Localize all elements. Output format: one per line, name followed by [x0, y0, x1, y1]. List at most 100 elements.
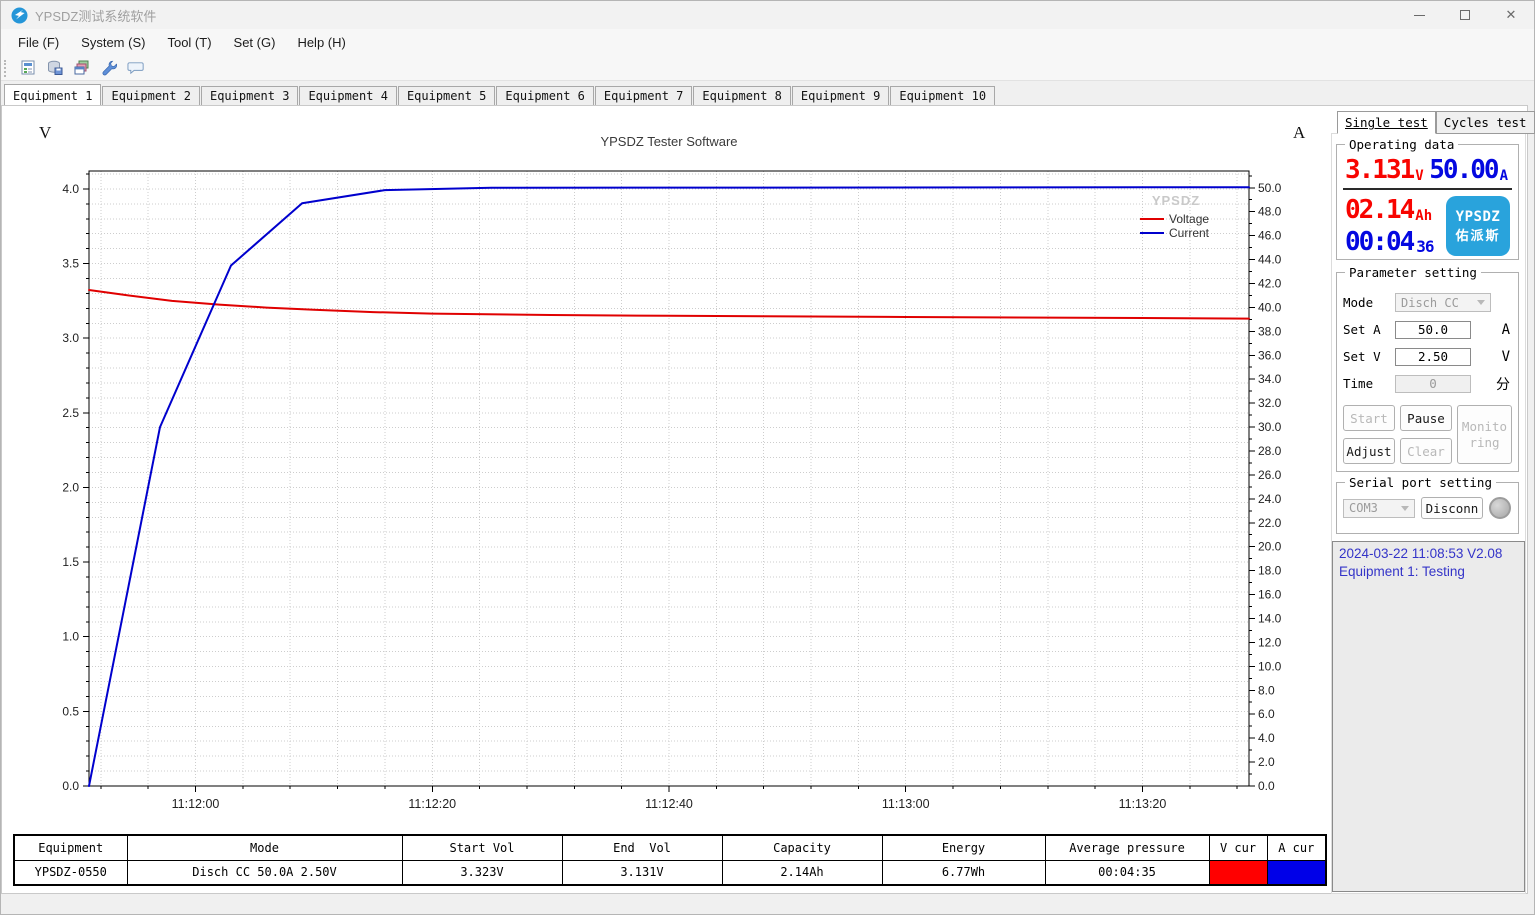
control-panel: Single test Cycles test Operating data 3… — [1331, 111, 1526, 894]
right-axis-tick-label: 14.0 — [1258, 611, 1282, 625]
com-port-select[interactable]: COM3 — [1343, 499, 1415, 518]
column-header-start-vol: Start Vol — [402, 835, 562, 860]
wrench-icon[interactable] — [99, 59, 118, 77]
tab-equipment-2[interactable]: Equipment 2 — [102, 86, 199, 106]
comment-icon[interactable] — [126, 59, 145, 77]
right-axis-tick-label: 24.0 — [1258, 492, 1282, 506]
single-test-page: Operating data 3.131 V 50.00 A 02.14 Ah — [1331, 133, 1526, 894]
tab-equipment-1[interactable]: Equipment 1 — [4, 84, 101, 106]
cell-end-vol: 3.131V — [562, 860, 722, 885]
right-axis-tick-label: 22.0 — [1258, 516, 1282, 530]
capacity-readout: 02.14 Ah — [1345, 197, 1434, 223]
log-line: Equipment 1: Testing — [1339, 563, 1518, 581]
save-icon[interactable] — [45, 59, 64, 77]
right-axis-tick-label: 18.0 — [1258, 564, 1282, 578]
right-axis-tick-label: 46.0 — [1258, 229, 1282, 243]
right-axis-tick-label: 12.0 — [1258, 635, 1282, 649]
tab-equipment-7[interactable]: Equipment 7 — [595, 86, 692, 106]
tab-equipment-10[interactable]: Equipment 10 — [890, 86, 995, 106]
time-unit: 分 — [1471, 374, 1512, 394]
start-button[interactable]: Start — [1343, 405, 1395, 431]
x-axis-tick-label: 11:12:40 — [645, 797, 693, 811]
close-icon[interactable]: ✕ — [1488, 1, 1534, 29]
tab-equipment-4[interactable]: Equipment 4 — [299, 86, 396, 106]
title-bar: YPSDZ测试系统软件 ✕ — [1, 1, 1534, 29]
chart-title: YPSDZ Tester Software — [600, 134, 737, 149]
right-axis-tick-label: 6.0 — [1258, 707, 1275, 721]
cell-average-pressure: 00:04:35 — [1045, 860, 1209, 885]
time-input[interactable] — [1395, 375, 1471, 393]
tab-single-test[interactable]: Single test — [1337, 111, 1436, 134]
set-v-label: Set V — [1343, 349, 1395, 364]
left-axis-tick-label: 3.0 — [62, 331, 79, 345]
mode-select[interactable]: Disch CC — [1395, 293, 1491, 312]
time-label: Time — [1343, 376, 1395, 391]
toolbar-grip — [4, 60, 8, 77]
maximize-icon[interactable] — [1442, 1, 1488, 29]
x-axis-tick-label: 11:12:00 — [172, 797, 220, 811]
chevron-down-icon — [1401, 506, 1409, 511]
right-axis-tick-label: 8.0 — [1258, 683, 1275, 697]
cell-v-cur — [1209, 860, 1267, 885]
right-axis-tick-label: 20.0 — [1258, 540, 1282, 554]
set-v-unit: V — [1471, 349, 1512, 365]
chart-area: 0.00.51.01.52.02.53.03.54.00.02.04.06.08… — [9, 106, 1328, 836]
tab-equipment-5[interactable]: Equipment 5 — [398, 86, 495, 106]
menu-item-help-h[interactable]: Help (H) — [286, 31, 356, 54]
menu-item-tool-t[interactable]: Tool (T) — [156, 31, 222, 54]
cascade-windows-icon[interactable] — [72, 59, 91, 77]
set-a-unit: A — [1471, 322, 1512, 338]
tab-equipment-8[interactable]: Equipment 8 — [693, 86, 790, 106]
chart-watermark: YPSDZ — [1152, 193, 1200, 208]
x-axis-tick-label: 11:13:00 — [882, 797, 930, 811]
right-axis-tick-label: 38.0 — [1258, 324, 1282, 338]
report-icon[interactable] — [18, 59, 37, 77]
left-axis-tick-label: 1.5 — [62, 555, 79, 569]
minimize-icon[interactable] — [1396, 1, 1442, 29]
right-axis-label: A — [1293, 123, 1306, 142]
equipment-tab-bar: Equipment 1Equipment 2Equipment 3Equipme… — [1, 81, 1534, 106]
adjust-button[interactable]: Adjust — [1343, 438, 1395, 464]
cell-start-vol: 3.323V — [402, 860, 562, 885]
connection-status-light — [1489, 497, 1511, 519]
right-axis-tick-label: 26.0 — [1258, 468, 1282, 482]
left-axis-tick-label: 3.5 — [62, 257, 79, 271]
left-axis-label: V — [39, 123, 52, 142]
tab-equipment-9[interactable]: Equipment 9 — [792, 86, 889, 106]
column-header-average-pressure: Average pressure — [1045, 835, 1209, 860]
clear-button[interactable]: Clear — [1400, 438, 1452, 464]
operating-data-group: Operating data 3.131 V 50.00 A 02.14 Ah — [1336, 144, 1519, 260]
window-title: YPSDZ测试系统软件 — [35, 6, 156, 25]
tab-equipment-3[interactable]: Equipment 3 — [201, 86, 298, 106]
chevron-down-icon — [1477, 300, 1485, 305]
x-axis-tick-label: 11:12:20 — [408, 797, 456, 811]
monitoring-button[interactable]: Monitoring — [1457, 405, 1512, 464]
disconnect-button[interactable]: Disconn — [1421, 497, 1483, 519]
right-axis-tick-label: 28.0 — [1258, 444, 1282, 458]
menu-item-file-f[interactable]: File (F) — [7, 31, 70, 54]
cell-mode: Disch CC 50.0A 2.50V — [127, 860, 402, 885]
column-header-v-cur: V cur — [1209, 835, 1267, 860]
table-row: YPSDZ-0550Disch CC 50.0A 2.50V3.323V3.13… — [14, 860, 1326, 885]
parameter-setting-group: Parameter setting Mode Disch CC Set A A … — [1336, 272, 1519, 472]
current-readout: 50.00 A — [1429, 157, 1510, 183]
column-header-equipment: Equipment — [14, 835, 127, 860]
set-a-input[interactable] — [1395, 321, 1471, 339]
menu-item-system-s[interactable]: System (S) — [70, 31, 156, 54]
left-axis-tick-label: 4.0 — [62, 182, 79, 196]
tab-cycles-test[interactable]: Cycles test — [1436, 111, 1535, 134]
log-line: 2024-03-22 11:08:53 V2.08 — [1339, 545, 1518, 563]
results-table-wrap: EquipmentModeStart VolEnd VolCapacityEne… — [13, 834, 1327, 886]
set-v-input[interactable] — [1395, 348, 1471, 366]
left-axis-tick-label: 2.0 — [62, 480, 79, 494]
log-area[interactable]: 2024-03-22 11:08:53 V2.08Equipment 1: Te… — [1332, 541, 1525, 892]
tab-equipment-6[interactable]: Equipment 6 — [496, 86, 593, 106]
column-header-energy: Energy — [882, 835, 1045, 860]
column-header-capacity: Capacity — [722, 835, 882, 860]
tool-bar — [1, 56, 1534, 81]
menu-item-set-g[interactable]: Set (G) — [223, 31, 287, 54]
voltage-readout: 3.131 V — [1345, 157, 1426, 183]
results-table: EquipmentModeStart VolEnd VolCapacityEne… — [13, 834, 1327, 886]
x-axis-tick-label: 11:13:20 — [1119, 797, 1167, 811]
pause-button[interactable]: Pause — [1400, 405, 1452, 431]
